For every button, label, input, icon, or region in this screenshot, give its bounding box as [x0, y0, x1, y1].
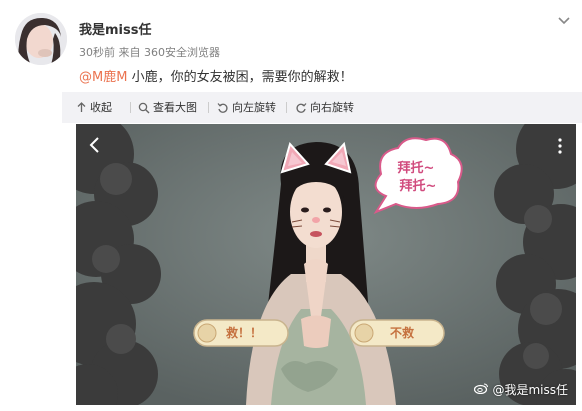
post-image: 拜托~ 拜托~ 救！！ 不救	[76, 124, 576, 405]
collapse-button[interactable]: 收起	[76, 92, 112, 123]
chevron-left-icon[interactable]	[88, 136, 102, 158]
choice-reject-sticker: 不救	[349, 319, 445, 347]
post-meta: 30秒前 来自 360安全浏览器	[79, 46, 220, 59]
watermark-text: @我是miss任	[492, 383, 568, 397]
rotate-right-label: 向右旋转	[310, 101, 354, 114]
view-large-button[interactable]: 查看大图	[138, 92, 197, 123]
rotate-left-label: 向左旋转	[232, 101, 276, 114]
view-large-label: 查看大图	[153, 101, 197, 114]
choice-left-label: 救！！	[226, 325, 262, 340]
chevron-down-icon[interactable]	[556, 12, 572, 28]
rotate-left-button[interactable]: 向左旋转	[217, 92, 276, 123]
image-watermark: @我是miss任	[474, 381, 568, 398]
image-toolbar: 收起 查看大图 向左旋转 向右旋转	[62, 92, 582, 123]
collapse-label: 收起	[90, 101, 112, 114]
bubble-text-1: 拜托~	[398, 160, 435, 176]
rotate-right-button[interactable]: 向右旋转	[295, 92, 354, 123]
more-vertical-icon[interactable]	[558, 138, 562, 158]
weibo-post: 我是miss任 30秒前 来自 360安全浏览器 @M鹿M 小鹿，你的女友被困，…	[0, 0, 582, 411]
image-viewer[interactable]: 拜托~ 拜托~ 救！！ 不救 @我是miss任	[76, 124, 576, 405]
bubble-text-2: 拜托~	[400, 178, 437, 194]
choice-save-sticker: 救！！	[193, 319, 289, 347]
rotate-left-icon	[217, 102, 229, 114]
divider	[208, 102, 209, 113]
post-body: 小鹿，你的女友被困，需要你的解救！	[127, 70, 353, 85]
magnifier-icon	[138, 102, 150, 114]
choice-right-label: 不救	[390, 325, 414, 340]
avatar[interactable]	[15, 13, 67, 65]
arrow-up-icon	[76, 102, 87, 113]
divider	[286, 102, 287, 113]
mention-link[interactable]: @M鹿M	[79, 70, 127, 85]
weibo-logo-icon	[474, 382, 489, 397]
username[interactable]: 我是miss任	[79, 19, 151, 38]
rotate-right-icon	[295, 102, 307, 114]
divider	[130, 102, 131, 113]
post-text: @M鹿M 小鹿，你的女友被困，需要你的解救！	[79, 66, 353, 85]
